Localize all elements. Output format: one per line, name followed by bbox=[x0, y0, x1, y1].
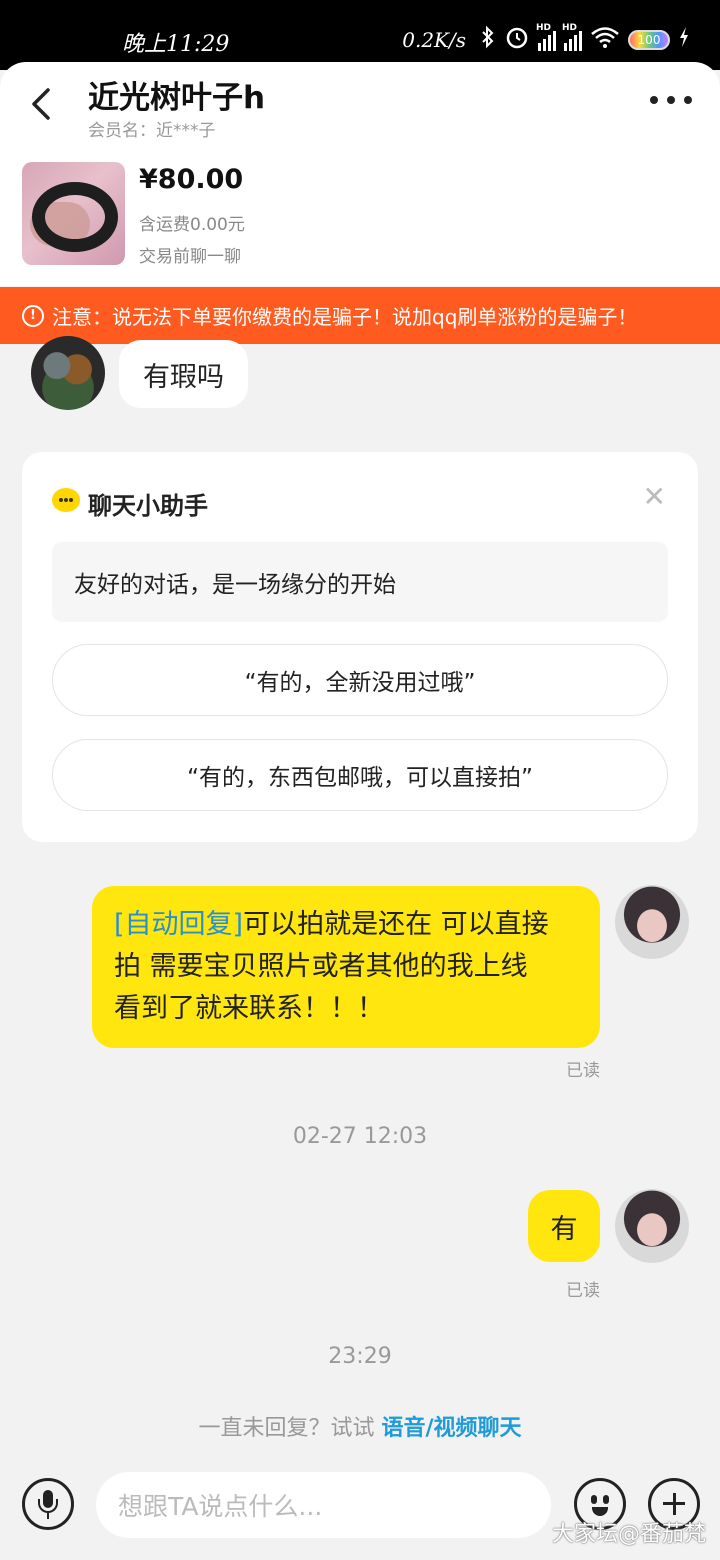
message-text: 可以拍就是还在 可以直接 bbox=[243, 909, 549, 940]
member-name: 会员名：近***子 bbox=[88, 121, 216, 141]
chat-helper-card: 聊天小助手 ✕ 友好的对话，是一场缘分的开始 “有的，全新没用过哦” “有的，东… bbox=[22, 452, 698, 842]
alarm-icon bbox=[504, 24, 530, 55]
quick-reply-option[interactable]: “有的，东西包邮哦，可以直接拍” bbox=[52, 739, 668, 811]
chat-bubble-icon bbox=[52, 488, 80, 512]
chat-header: 近光树叶子h 会员名：近***子 ¥80.00 含运费0.00元 交易前聊一聊 bbox=[0, 62, 720, 286]
quick-reply-option[interactable]: “有的，全新没用过哦” bbox=[52, 644, 668, 716]
status-icons: 0.2K/s HD HD 100 bbox=[402, 23, 690, 55]
watermark: 大家坛@番茄梵 bbox=[551, 1522, 706, 1547]
message-text: 看到了就来联系！！！ bbox=[114, 993, 384, 1024]
status-time: 晚上11:29 bbox=[122, 32, 230, 57]
product-thumbnail[interactable] bbox=[22, 162, 125, 265]
incoming-message[interactable]: 有瑕吗 bbox=[119, 340, 248, 408]
warning-text: 注意：说无法下单要你缴费的是骗子！说加qq刷单涨粉的是骗子！ bbox=[52, 305, 638, 329]
outgoing-message[interactable]: 有 bbox=[528, 1190, 600, 1262]
warning-icon: ! bbox=[22, 304, 44, 327]
status-bar: 晚上11:29 0.2K/s HD HD 100 bbox=[0, 0, 720, 70]
helper-intro: 友好的对话，是一场缘分的开始 bbox=[52, 542, 668, 622]
seller-avatar[interactable] bbox=[31, 336, 105, 410]
signal-icon-2: HD bbox=[562, 23, 582, 51]
message-input[interactable]: 想跟TA说点什么... bbox=[96, 1472, 551, 1538]
helper-title: 聊天小助手 bbox=[88, 492, 208, 520]
wifi-icon bbox=[590, 26, 620, 53]
more-icon bbox=[650, 96, 658, 104]
more-options-button[interactable] bbox=[650, 96, 692, 104]
my-avatar[interactable] bbox=[615, 885, 689, 959]
product-price: ¥80.00 bbox=[139, 164, 244, 195]
read-status: 已读 bbox=[566, 1281, 600, 1301]
voice-video-chat-link[interactable]: 语音/视频聊天 bbox=[381, 1416, 521, 1441]
message-timestamp: 02-27 12:03 bbox=[292, 1124, 428, 1149]
chat-title: 近光树叶子h bbox=[88, 80, 266, 116]
my-avatar[interactable] bbox=[615, 1189, 689, 1263]
bluetooth-icon bbox=[480, 25, 496, 54]
message-text: 拍 需要宝贝照片或者其他的我上线 bbox=[114, 951, 528, 982]
outgoing-message[interactable]: [自动回复]可以拍就是还在 可以直接 拍 需要宝贝照片或者其他的我上线 看到了就… bbox=[92, 886, 600, 1048]
no-reply-hint: 一直未回复？试试 语音/视频聊天 bbox=[0, 1410, 720, 1442]
shipping-fee: 含运费0.00元 bbox=[139, 215, 245, 235]
charging-icon bbox=[678, 26, 690, 53]
scam-warning-banner: ! 注意：说无法下单要你缴费的是骗子！说加qq刷单涨粉的是骗子！ bbox=[0, 287, 720, 344]
message-timestamp: 23:29 bbox=[328, 1344, 392, 1369]
read-status: 已读 bbox=[566, 1061, 600, 1081]
back-button[interactable] bbox=[22, 84, 62, 124]
prechat-label: 交易前聊一聊 bbox=[139, 247, 241, 267]
auto-reply-tag: [自动回复] bbox=[114, 909, 244, 940]
network-speed: 0.2K/s bbox=[402, 27, 466, 52]
signal-icon: HD bbox=[536, 23, 556, 51]
hint-text: 一直未回复？试试 bbox=[198, 1416, 382, 1441]
chevron-left-icon bbox=[32, 88, 50, 120]
close-icon[interactable]: ✕ bbox=[643, 480, 666, 513]
battery-icon: 100 bbox=[628, 29, 670, 50]
voice-input-button[interactable] bbox=[22, 1478, 74, 1530]
